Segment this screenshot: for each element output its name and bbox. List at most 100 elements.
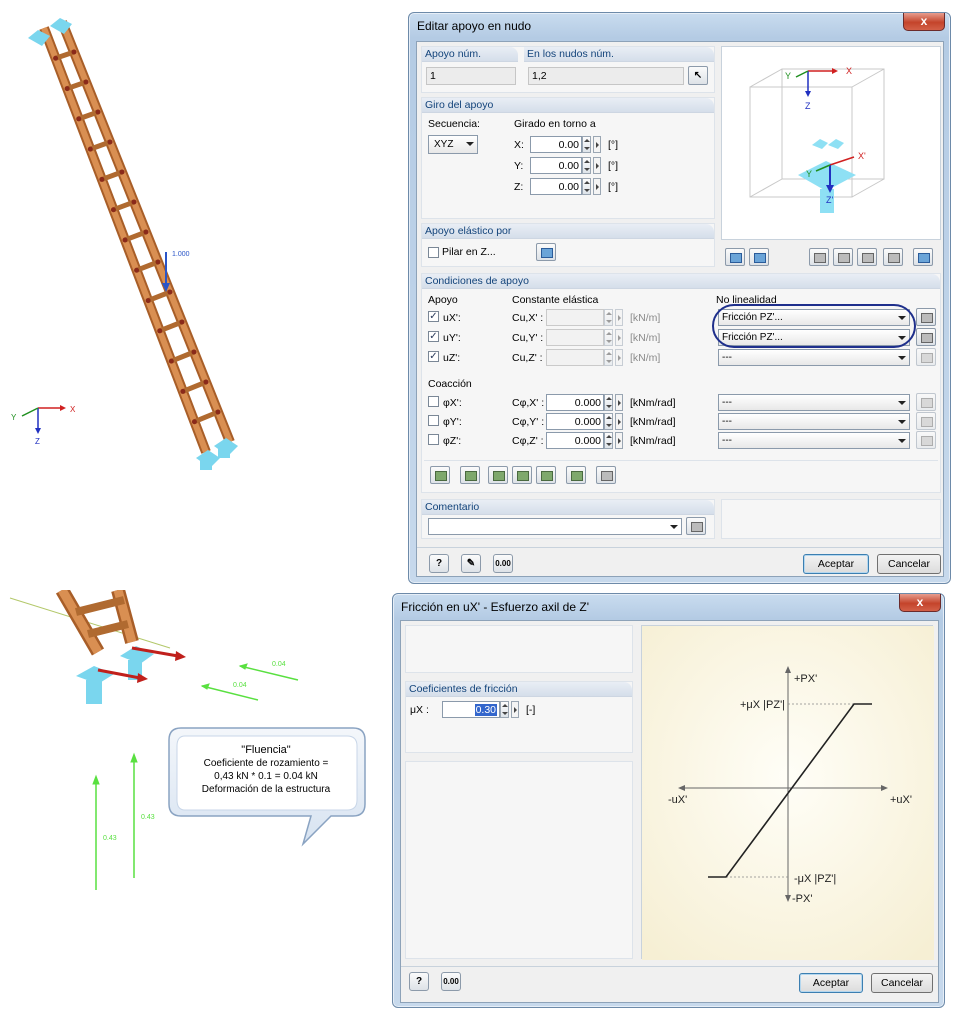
uy-label: uY':	[443, 332, 461, 344]
phix-nonlinear-edit-button[interactable]	[916, 393, 936, 411]
rot-y-spinner[interactable]	[582, 157, 591, 174]
comment-input[interactable]	[428, 518, 682, 535]
view-button-2[interactable]	[749, 248, 769, 266]
ladder-node	[110, 207, 116, 213]
support-type-free-button[interactable]	[430, 466, 450, 484]
mu-unit: [-]	[526, 704, 536, 716]
pick-nodes-button[interactable]: ↖	[688, 66, 708, 85]
ux-nonlinear-edit-button[interactable]	[916, 308, 936, 326]
view-3d-button[interactable]	[883, 248, 903, 266]
view-iso-x-button[interactable]	[809, 248, 829, 266]
comment-header: Comentario	[425, 501, 480, 513]
rot-x-menu[interactable]	[593, 136, 601, 153]
mu-input[interactable]: 0.30	[442, 701, 500, 718]
ok-button[interactable]: Aceptar	[803, 554, 869, 574]
ladder-node	[87, 146, 93, 152]
view-reset-button[interactable]	[913, 248, 933, 266]
mu-spinner[interactable]	[500, 701, 509, 718]
phiy-checkbox[interactable]	[428, 415, 439, 426]
mu-menu[interactable]	[511, 701, 519, 718]
support-type-fixed-y-button[interactable]	[536, 466, 556, 484]
rot-z-menu[interactable]	[593, 178, 601, 195]
uz-const-menu[interactable]	[615, 349, 623, 366]
uz-checkbox[interactable]: ✓	[428, 351, 439, 362]
ladder-node	[134, 267, 140, 273]
ladder-node	[53, 55, 59, 61]
uy-checkbox[interactable]: ✓	[428, 331, 439, 342]
close-button[interactable]: x	[899, 594, 941, 612]
sequence-select[interactable]: XYZ	[428, 135, 478, 154]
phix-const-spinner[interactable]	[604, 394, 613, 411]
phix-const-menu[interactable]	[615, 394, 623, 411]
phiz-const-menu[interactable]	[615, 432, 623, 449]
cancel-button[interactable]: Cancelar	[877, 554, 941, 574]
ladder-base	[55, 590, 139, 656]
mu-neg-label: -μX |PZ'|	[794, 873, 836, 885]
uy-const-menu[interactable]	[615, 329, 623, 346]
chevron-down-icon	[466, 142, 474, 146]
rot-x-input[interactable]: 0.00	[530, 136, 582, 153]
ok-button[interactable]: Aceptar	[799, 973, 863, 993]
phiz-const-input[interactable]: 0.000	[546, 432, 604, 449]
uz-const-input[interactable]	[546, 349, 604, 366]
svg-text:Y: Y	[11, 413, 17, 422]
ladder-node	[191, 349, 197, 355]
support-type-fixed-x-button[interactable]	[512, 466, 532, 484]
uy-const-input[interactable]	[546, 329, 604, 346]
support-type-hinged-button[interactable]	[460, 466, 480, 484]
ux-const-menu[interactable]	[615, 309, 623, 326]
ux-label: uX':	[443, 312, 461, 324]
support-type-clear-button[interactable]	[596, 466, 616, 484]
uz-nonlinear-edit-button[interactable]	[916, 348, 936, 366]
phix-const-input[interactable]: 0.000	[546, 394, 604, 411]
uy-const-spinner[interactable]	[604, 329, 613, 346]
col-constant-label: Constante elástica	[512, 294, 599, 306]
comment-side-panel	[721, 499, 941, 539]
help-button[interactable]: ?	[409, 972, 429, 991]
phiy-const-spinner[interactable]	[604, 413, 613, 430]
cancel-button[interactable]: Cancelar	[871, 973, 933, 993]
phiy-nonlinear-edit-button[interactable]	[916, 412, 936, 430]
rot-z-input[interactable]: 0.00	[530, 178, 582, 195]
phiy-const-menu[interactable]	[615, 413, 623, 430]
uy-nonlinear-edit-button[interactable]	[916, 328, 936, 346]
phiz-nonlinear-select[interactable]: ---	[718, 432, 910, 449]
ladder-node	[83, 79, 89, 85]
units-button[interactable]: 0.00	[493, 554, 513, 573]
rot-z-spinner[interactable]	[582, 178, 591, 195]
rot-y-input[interactable]: 0.00	[530, 157, 582, 174]
edit-notes-button[interactable]: ✎	[461, 554, 481, 573]
view-button-1[interactable]	[725, 248, 745, 266]
view-iso-y-button[interactable]	[833, 248, 853, 266]
rot-y-menu[interactable]	[593, 157, 601, 174]
phix-const-label: Cφ,X' :	[512, 397, 545, 409]
column-edit-button[interactable]	[536, 243, 556, 261]
phiy-nonlinear-select[interactable]: ---	[718, 413, 910, 430]
comment-edit-button[interactable]	[686, 517, 706, 535]
phix-checkbox[interactable]	[428, 396, 439, 407]
close-button[interactable]: x	[903, 13, 945, 31]
svg-text:Z: Z	[35, 437, 40, 446]
uz-const-spinner[interactable]	[604, 349, 613, 366]
column-checkbox[interactable]	[428, 247, 439, 258]
phiy-const-input[interactable]: 0.000	[546, 413, 604, 430]
uz-nonlinear-select[interactable]: ---	[718, 349, 910, 366]
nodes-field[interactable]: 1,2	[528, 67, 684, 85]
view-iso-z-button[interactable]	[857, 248, 877, 266]
rot-x-spinner[interactable]	[582, 136, 591, 153]
ux-const-spinner[interactable]	[604, 309, 613, 326]
phix-nonlinear-select[interactable]: ---	[718, 394, 910, 411]
phiz-nonlinear-edit-button[interactable]	[916, 431, 936, 449]
phiz-checkbox[interactable]	[428, 434, 439, 445]
support-number-field[interactable]: 1	[426, 67, 516, 85]
units-button[interactable]: 0.00	[441, 972, 461, 991]
nonlinearity-highlight-ellipse	[712, 304, 916, 348]
phiz-const-spinner[interactable]	[604, 432, 613, 449]
help-button[interactable]: ?	[429, 554, 449, 573]
ux-const-input[interactable]	[546, 309, 604, 326]
support-number-group: Apoyo núm. En los nudos núm. 1 1,2 ↖	[421, 46, 715, 93]
support-type-hinged-2-button[interactable]	[488, 466, 508, 484]
ladder-node	[122, 237, 128, 243]
ux-checkbox[interactable]: ✓	[428, 311, 439, 322]
support-type-fixed-button[interactable]	[566, 466, 586, 484]
